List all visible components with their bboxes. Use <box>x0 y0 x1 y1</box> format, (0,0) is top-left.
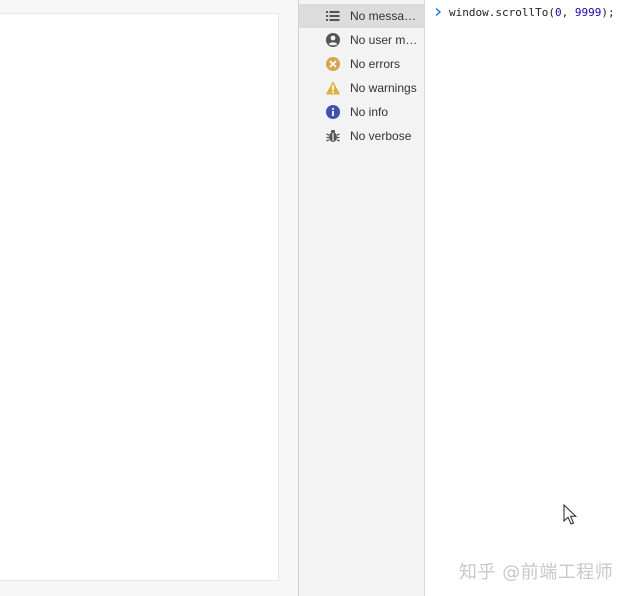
sidebar-item-messages[interactable]: No messages <box>299 4 424 28</box>
page-content-card[interactable] <box>0 13 279 581</box>
code-prefix: window.scrollTo( <box>449 5 555 19</box>
sidebar-item-warnings[interactable]: No warnings <box>299 76 424 100</box>
console-input-line[interactable]: window.scrollTo(0, 9999); <box>425 3 628 21</box>
chevron-right-icon <box>431 7 445 17</box>
sidebar-item-label: No messages <box>350 9 424 23</box>
sidebar-item-label: No info <box>350 105 389 119</box>
sidebar-item-label: No verbose <box>350 129 412 143</box>
list-icon <box>325 8 341 24</box>
console-sidebar: No messages No user me... No errors No w… <box>299 0 425 596</box>
sidebar-item-label: No errors <box>350 57 401 71</box>
code-arg-x: 0 <box>554 5 562 19</box>
sidebar-filter-list: No messages No user me... No errors No w… <box>299 4 424 148</box>
console-code: window.scrollTo(0, 9999); <box>449 6 615 19</box>
bug-icon <box>325 128 341 144</box>
sidebar-item-user-messages[interactable]: No user me... <box>299 28 424 52</box>
mouse-cursor-icon <box>563 504 577 525</box>
devtools-window: No messages No user me... No errors No w… <box>0 0 628 596</box>
sidebar-item-verbose[interactable]: No verbose <box>299 124 424 148</box>
page-preview-area <box>0 0 298 596</box>
console-panel[interactable]: window.scrollTo(0, 9999); <box>425 0 628 596</box>
code-separator: , <box>561 5 575 19</box>
sidebar-item-errors[interactable]: No errors <box>299 52 424 76</box>
sidebar-item-label: No warnings <box>350 81 417 95</box>
sidebar-item-label: No user me... <box>350 33 423 47</box>
error-icon <box>325 56 341 72</box>
code-arg-y: 9999 <box>574 5 602 19</box>
user-icon <box>325 32 341 48</box>
info-icon <box>325 104 341 120</box>
code-suffix: ); <box>601 5 615 19</box>
sidebar-item-info[interactable]: No info <box>299 100 424 124</box>
watermark-text: 知乎 @前端工程师 <box>459 562 614 583</box>
warning-icon <box>325 80 341 96</box>
